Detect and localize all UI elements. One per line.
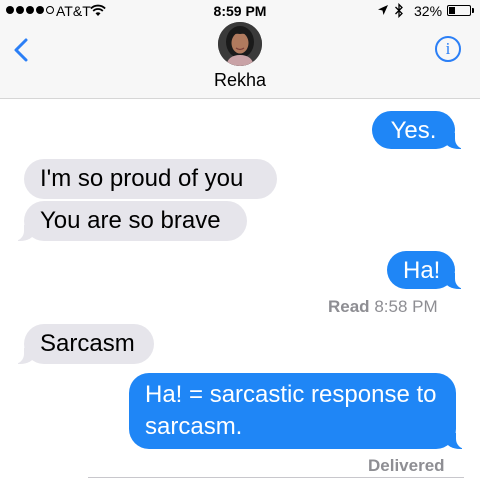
battery-fill bbox=[449, 7, 455, 14]
read-label: Read bbox=[328, 297, 370, 316]
message-bubble-outgoing[interactable]: Yes. bbox=[372, 111, 467, 149]
read-time: 8:58 PM bbox=[374, 297, 438, 316]
delivered-receipt: Delivered bbox=[368, 456, 445, 476]
location-arrow-icon bbox=[378, 5, 388, 15]
contact-name[interactable]: Rekha bbox=[0, 70, 480, 91]
message-text: Sarcasm bbox=[40, 330, 135, 357]
battery-percent: 32% bbox=[414, 3, 443, 19]
message-bubble-incoming[interactable]: You are so brave bbox=[12, 201, 247, 241]
message-bubble-incoming[interactable]: Sarcasm bbox=[12, 324, 154, 364]
delivered-label: Delivered bbox=[368, 456, 445, 475]
message-text: Ha! = sarcastic response to sarcasm. bbox=[145, 381, 437, 440]
read-receipt: Read 8:58 PM bbox=[328, 297, 438, 317]
status-time: 8:59 PM bbox=[213, 3, 267, 19]
message-text: I'm so proud of you bbox=[40, 165, 244, 192]
conversation-header: Rekha i bbox=[0, 22, 480, 99]
chevron-left-icon[interactable] bbox=[8, 36, 36, 64]
message-bubble-outgoing[interactable]: Ha! bbox=[387, 251, 467, 289]
avatar-photo bbox=[218, 22, 262, 66]
info-icon[interactable]: i bbox=[435, 36, 461, 62]
message-text: Yes. bbox=[390, 117, 437, 144]
message-text: Ha! bbox=[403, 257, 441, 284]
message-bubble-outgoing[interactable]: Ha! = sarcastic response to sarcasm. bbox=[129, 373, 468, 449]
battery-nub bbox=[472, 8, 474, 13]
bluetooth-icon bbox=[395, 3, 403, 18]
avatar[interactable] bbox=[218, 22, 262, 66]
battery-icon bbox=[447, 5, 471, 16]
message-bubble-incoming[interactable]: I'm so proud of you bbox=[24, 159, 277, 199]
compose-divider bbox=[88, 477, 464, 478]
message-text: You are so brave bbox=[40, 207, 221, 234]
status-bar: AT&T 8:59 PM 32% bbox=[0, 0, 480, 22]
